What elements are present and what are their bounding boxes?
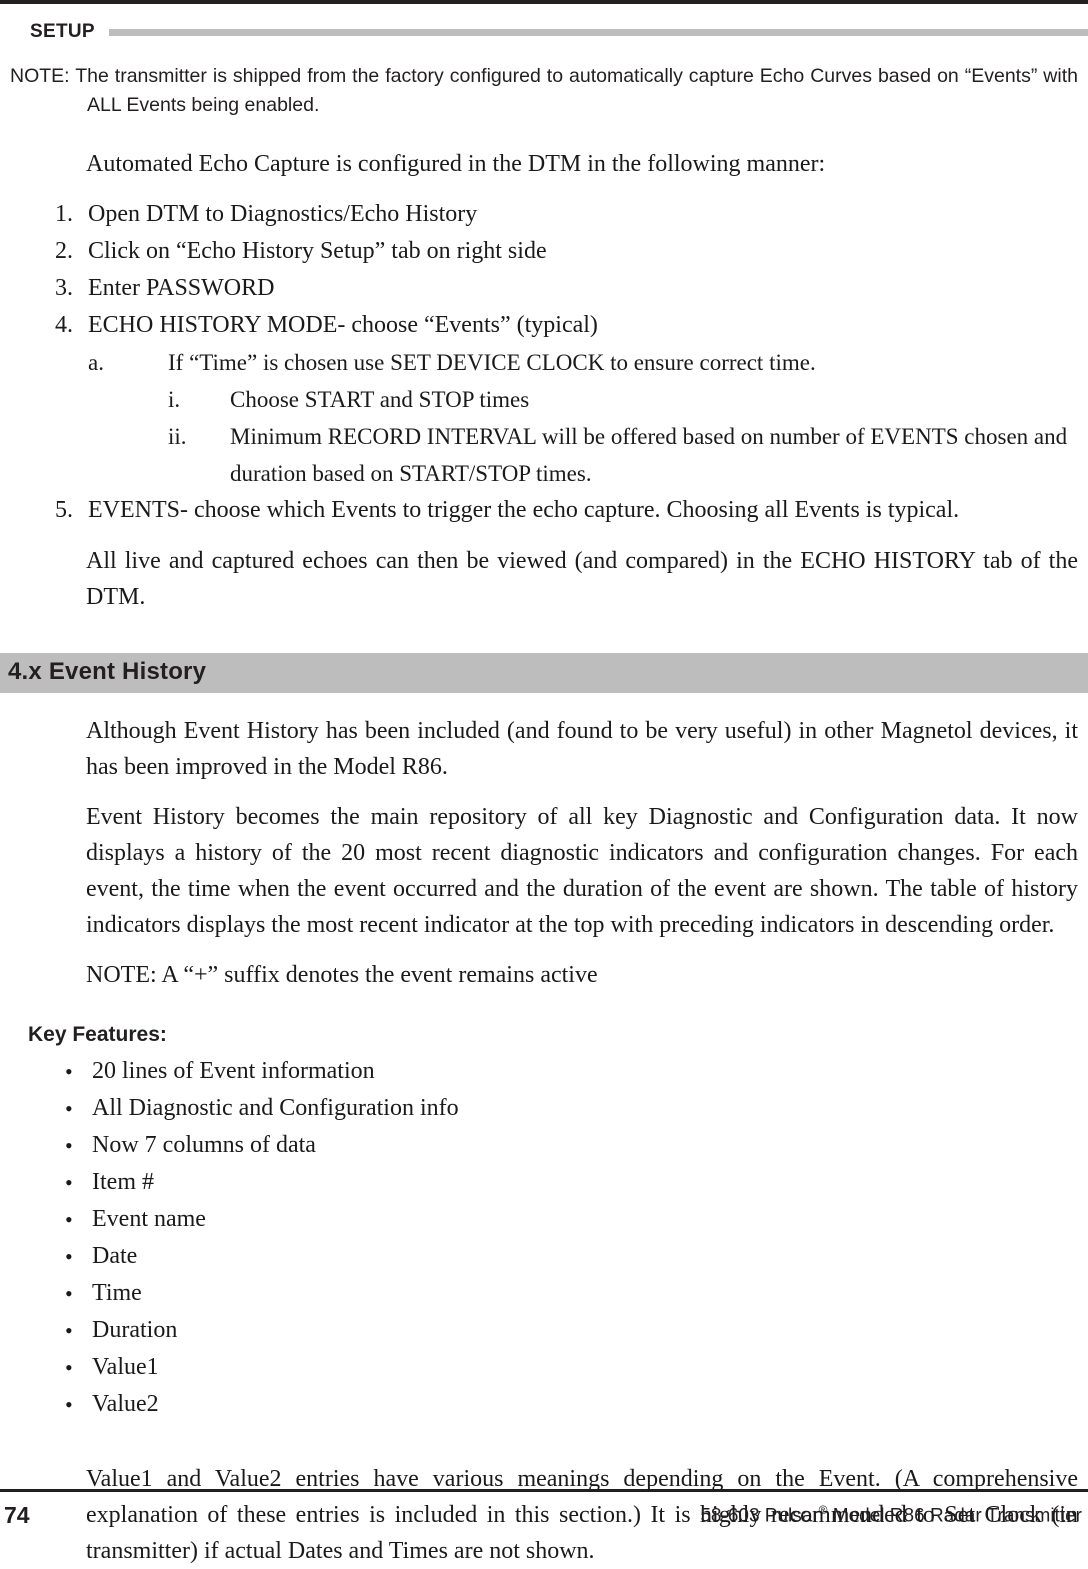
list-marker: i.: [168, 387, 181, 412]
page-top-rule: [0, 0, 1088, 4]
list-marker: 1.: [55, 201, 73, 227]
footer-text-after: Model R86 Radar Transmitter: [827, 1505, 1082, 1527]
list-item-text: Event name: [92, 1206, 206, 1232]
list-item-text: Now 7 columns of data: [92, 1132, 316, 1158]
list-item: 5. EVENTS- choose which Events to trigge…: [55, 492, 1078, 529]
list-marker: 4.: [55, 312, 73, 338]
list-item-text: Click on “Echo History Setup” tab on rig…: [88, 238, 547, 264]
bullet-icon: •: [65, 1096, 73, 1121]
substeps-roman-list: i. Choose START and STOP times ii. Minim…: [0, 381, 1088, 492]
list-item-text: Value2: [92, 1391, 159, 1417]
bullet-icon: •: [65, 1355, 73, 1380]
list-item-text: Time: [92, 1280, 142, 1306]
bullet-icon: •: [65, 1170, 73, 1195]
body-paragraph-3: NOTE: A “+” suffix denotes the event rem…: [86, 962, 598, 988]
list-item-text: Value1: [92, 1354, 159, 1380]
list-item: i. Choose START and STOP times: [168, 381, 1078, 418]
list-item: • All Diagnostic and Configuration info: [65, 1090, 1078, 1127]
body-paragraph-1: Although Event History has been included…: [86, 718, 1078, 780]
list-marker: a.: [88, 350, 104, 375]
list-item: • Value1: [65, 1349, 1078, 1386]
key-features-title: Key Features:: [28, 1023, 167, 1046]
bullet-icon: •: [65, 1059, 73, 1084]
list-item: 2. Click on “Echo History Setup” tab on …: [55, 233, 1078, 270]
bullet-icon: •: [65, 1392, 73, 1417]
page-footer: 74 58-603 Pulsar® Model R86 Radar Transm…: [0, 1497, 1088, 1533]
list-marker: 2.: [55, 238, 73, 264]
list-item: 3. Enter PASSWORD: [55, 270, 1078, 307]
list-item-text: Item #: [92, 1169, 154, 1195]
key-features-list: • 20 lines of Event information • All Di…: [0, 1053, 1088, 1423]
list-item: a. If “Time” is chosen use SET DEVICE CL…: [88, 344, 1078, 381]
list-item: ii. Minimum RECORD INTERVAL will be offe…: [168, 418, 1078, 492]
list-item: • Value2: [65, 1386, 1078, 1423]
closing-paragraph: All live and captured echoes can then be…: [86, 548, 1078, 610]
list-item-text: Choose START and STOP times: [230, 387, 530, 412]
list-item: 4. ECHO HISTORY MODE- choose “Events” (t…: [55, 307, 1078, 344]
list-item-text: Date: [92, 1243, 138, 1269]
list-item: • Item #: [65, 1164, 1078, 1201]
steps-list-continued: 5. EVENTS- choose which Events to trigge…: [0, 492, 1088, 529]
running-head-label: SETUP: [30, 20, 95, 42]
list-item: 1. Open DTM to Diagnostics/Echo History: [55, 196, 1078, 233]
list-item-text: All Diagnostic and Configuration info: [92, 1095, 459, 1121]
list-item: • Now 7 columns of data: [65, 1127, 1078, 1164]
list-item: • Time: [65, 1275, 1078, 1312]
list-item-text: Open DTM to Diagnostics/Echo History: [88, 201, 478, 227]
bullet-icon: •: [65, 1318, 73, 1343]
footer-rule: [0, 1489, 1088, 1492]
list-item-text: If “Time” is chosen use SET DEVICE CLOCK…: [168, 350, 816, 375]
page-number: 74: [4, 1501, 30, 1528]
bullet-icon: •: [65, 1133, 73, 1158]
list-item-text: Enter PASSWORD: [88, 275, 275, 301]
intro-paragraph: Automated Echo Capture is configured in …: [86, 151, 826, 177]
body-paragraph-2: Event History becomes the main repositor…: [86, 804, 1078, 938]
bullet-icon: •: [65, 1207, 73, 1232]
substeps-alpha-list: a. If “Time” is chosen use SET DEVICE CL…: [0, 344, 1088, 381]
list-item: • Duration: [65, 1312, 1078, 1349]
section-heading-bar: 4.x Event History: [0, 653, 1088, 693]
list-item-text: 20 lines of Event information: [92, 1058, 375, 1084]
list-item: • 20 lines of Event information: [65, 1053, 1078, 1090]
footer-text: 58-603 Pulsar® Model R86 Radar Transmitt…: [700, 1504, 1082, 1525]
list-item: • Date: [65, 1238, 1078, 1275]
section-title: 4.x Event History: [8, 657, 207, 685]
bullet-icon: •: [65, 1244, 73, 1269]
list-item-text: ECHO HISTORY MODE- choose “Events” (typi…: [88, 312, 598, 338]
page-content: NOTE: The transmitter is shipped from th…: [0, 62, 1088, 1569]
list-item-text: EVENTS- choose which Events to trigger t…: [88, 497, 960, 523]
running-head-rule: [108, 28, 1088, 36]
bullet-icon: •: [65, 1281, 73, 1306]
list-marker: 5.: [55, 497, 73, 523]
list-item-text: Minimum RECORD INTERVAL will be offered …: [230, 424, 1068, 486]
list-marker: 3.: [55, 275, 73, 301]
list-item-text: Duration: [92, 1317, 178, 1343]
running-head: SETUP: [0, 20, 1088, 44]
list-item: • Event name: [65, 1201, 1078, 1238]
list-marker: ii.: [168, 424, 187, 449]
note-block: NOTE: The transmitter is shipped from th…: [10, 65, 1078, 116]
steps-list: 1. Open DTM to Diagnostics/Echo History …: [0, 196, 1088, 344]
footer-text-before: 58-603 Pulsar: [700, 1505, 819, 1527]
registered-trademark-icon: ®: [818, 1503, 828, 1518]
